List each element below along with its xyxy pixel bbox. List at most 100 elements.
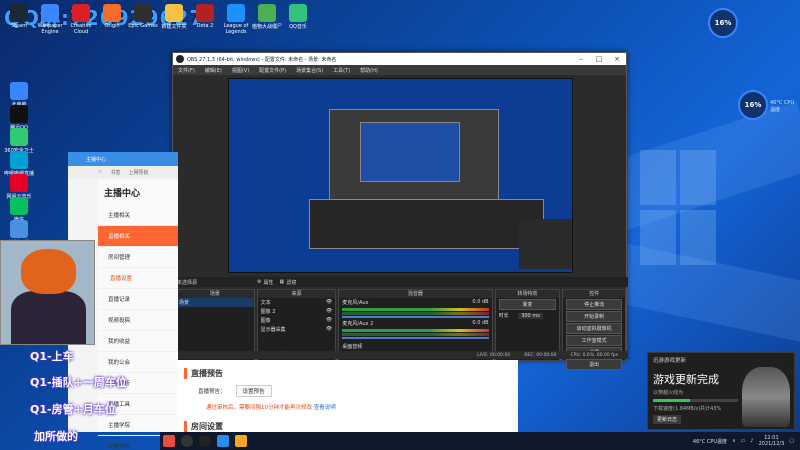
bookmark-link[interactable]: 书签 [110, 169, 120, 176]
sidebar-item[interactable]: 房间管理 [98, 247, 178, 268]
view-instructions-link[interactable]: 查看说明 [314, 405, 336, 411]
obs-menu-item[interactable]: 工具(T) [333, 67, 350, 74]
minimize-icon[interactable]: – [572, 53, 590, 65]
sidebar-item[interactable]: 我的收益 [98, 331, 178, 352]
update-log-button[interactable]: 更新日志 [653, 415, 682, 424]
cpu-usage-gauge[interactable]: 16% [708, 8, 738, 38]
start-icon[interactable] [163, 435, 175, 447]
obs-menu-item[interactable]: 视图(V) [232, 67, 249, 74]
obs-menu-item[interactable]: 帮助(H) [360, 67, 378, 74]
rec-status: REC: 00:00:00 [524, 352, 557, 358]
obs-preview-canvas[interactable] [228, 78, 573, 273]
volume-icon[interactable]: ♪ [750, 438, 753, 444]
app-icon [196, 4, 214, 22]
cpu-temperature-label: 46°C CPU温度 [770, 100, 795, 113]
app-title-bar[interactable]: 主播中心 [68, 152, 178, 166]
desktop-icon[interactable]: League of Legends [221, 4, 251, 35]
sidebar-item[interactable]: 主播相关 [98, 205, 178, 226]
source-label: 显示器采集 [260, 327, 286, 333]
properties-button[interactable]: 属性 [264, 279, 274, 286]
desktop-icon[interactable]: Wallpaper Engine [35, 4, 65, 35]
app-taskbar-icon[interactable] [235, 435, 247, 447]
sidebar-item[interactable]: 直播相关 [98, 226, 178, 247]
live-preview-row: 直播预告： 设置预告 [178, 385, 518, 397]
sidebar-item[interactable]: 我的公会 [98, 352, 178, 373]
game-character-image [742, 367, 790, 427]
eye-icon[interactable]: 👁 [326, 308, 332, 314]
nested-notification [519, 219, 572, 269]
app-icon [258, 4, 276, 22]
transition-select[interactable]: 渐变 [498, 299, 557, 310]
obs-taskbar-icon-2[interactable] [199, 435, 211, 447]
window-controls: – □ × [572, 53, 626, 65]
obs-control-button[interactable]: 开始录制 [566, 311, 622, 322]
desktop-icon[interactable]: Origin [97, 4, 127, 29]
obs-control-button[interactable]: 工作室模式 [566, 335, 622, 346]
game-update-notification[interactable]: 迅游游戏更新 游戏更新完成 以穿越火线为 下载速度(1.84MB/s)共计43%… [647, 352, 795, 430]
clock[interactable]: 12:01 2021/12/3 [759, 435, 785, 447]
desktop-icon-label: Epic Games [128, 23, 158, 29]
set-preview-button[interactable]: 设置预告 [235, 385, 272, 397]
desktop-icon[interactable]: Steam [4, 4, 34, 29]
obs-menu-item[interactable]: 场景集合(S) [296, 67, 323, 74]
volume-slider[interactable] [342, 316, 489, 318]
review-note: 通过审核后，需要间隔10分钟才能再次修改 查看说明 [178, 403, 518, 411]
avatar-body [11, 291, 86, 344]
app-icon [227, 4, 245, 22]
network-icon[interactable]: ▭ [741, 438, 746, 444]
sidebar-item[interactable]: 视频投稿 [98, 310, 178, 331]
source-item[interactable]: 文本 👁 [258, 298, 336, 307]
desktop-icon[interactable]: 新建文件夹 [159, 4, 189, 30]
source-item[interactable]: 图像 👁 [258, 316, 336, 325]
scene-item[interactable]: 场景 [176, 298, 254, 307]
browser-taskbar-icon[interactable] [217, 435, 229, 447]
obs-window[interactable]: OBS 27.1.3 (64-bit, windows) - 配置文件: 未命名… [172, 52, 628, 370]
desktop-icon[interactable]: Dota 2 [190, 4, 220, 29]
obs-menu-item[interactable]: 编辑(E) [205, 67, 222, 74]
nested-obs-dock [309, 199, 544, 249]
source-item[interactable]: 显示器采集 👁 [258, 325, 336, 334]
obs-control-button[interactable]: 停止推流 [566, 299, 622, 310]
duration-input[interactable]: 300 ms [518, 313, 543, 319]
live-preview-label: 直播预告： [198, 389, 226, 395]
obs-menu-item[interactable]: 文件(F) [178, 67, 195, 74]
chevron-up-icon[interactable]: ∧ [732, 438, 736, 444]
cpu-usage-gauge[interactable]: 16% [738, 90, 768, 120]
mixer-channel-name: 麦克风/Aux [342, 300, 369, 306]
obs-menu-item[interactable]: 配置文件(P) [259, 67, 286, 74]
nav-site-link[interactable]: 上网导航 [129, 169, 149, 176]
obs-control-button[interactable]: 退出 [566, 359, 622, 370]
obs-title-bar[interactable]: OBS 27.1.3 (64-bit, windows) - 配置文件: 未命名… [173, 53, 626, 65]
notification-icon[interactable]: ▢ [789, 438, 794, 444]
taskbar: 46°C CPU温度 ∧ ▭ ♪ 12:01 2021/12/3 ▢ [160, 432, 800, 450]
close-icon[interactable]: × [608, 53, 626, 65]
eye-icon[interactable]: 👁 [326, 317, 332, 323]
maximize-icon[interactable]: □ [590, 53, 608, 65]
live-preview-section-title: 直播预告 [184, 368, 512, 379]
desktop-icon[interactable]: Epic Games [128, 4, 158, 29]
star-icon[interactable]: ☆ [98, 169, 102, 175]
live-status: LIVE: 00:00:00 [477, 352, 511, 358]
filters-button[interactable]: 滤镜 [286, 279, 296, 286]
gear-icon[interactable]: ⚙ [257, 279, 261, 285]
source-item[interactable]: 图像 2 👁 [258, 307, 336, 316]
sidebar-item[interactable]: 直播设置 [98, 268, 178, 289]
volume-slider[interactable] [342, 337, 489, 339]
obs-control-button[interactable]: 启动虚拟摄像机 [566, 323, 622, 334]
update-progress-bar [653, 399, 738, 402]
audio-meter [342, 329, 489, 332]
notification-app-name: 迅游游戏更新 [653, 358, 687, 364]
sidebar-item[interactable]: 直播记录 [98, 289, 178, 310]
desktop-icon-label: QQ音乐 [289, 24, 307, 30]
desktop-icon[interactable]: Creative Cloud [66, 4, 96, 35]
desktop-icon-label: Creative Cloud [70, 23, 92, 35]
app-icon [10, 4, 28, 22]
eye-icon[interactable]: 👁 [326, 326, 332, 332]
app-sidebar: 主播中心 主播相关 直播相关 房间管理 直播设置 直播记录 视频投稿 我的收益 我的公会 数据分… [98, 180, 178, 450]
obs-taskbar-icon[interactable] [181, 435, 193, 447]
mixer-channel-db: 0.0 dB [472, 320, 489, 326]
desktop-icon[interactable]: QQ音乐 [283, 4, 313, 30]
filter-icon[interactable]: ▦ [280, 279, 285, 285]
eye-icon[interactable]: 👁 [326, 299, 332, 305]
desktop-icon[interactable]: 植物大战僵尸 [252, 4, 282, 30]
